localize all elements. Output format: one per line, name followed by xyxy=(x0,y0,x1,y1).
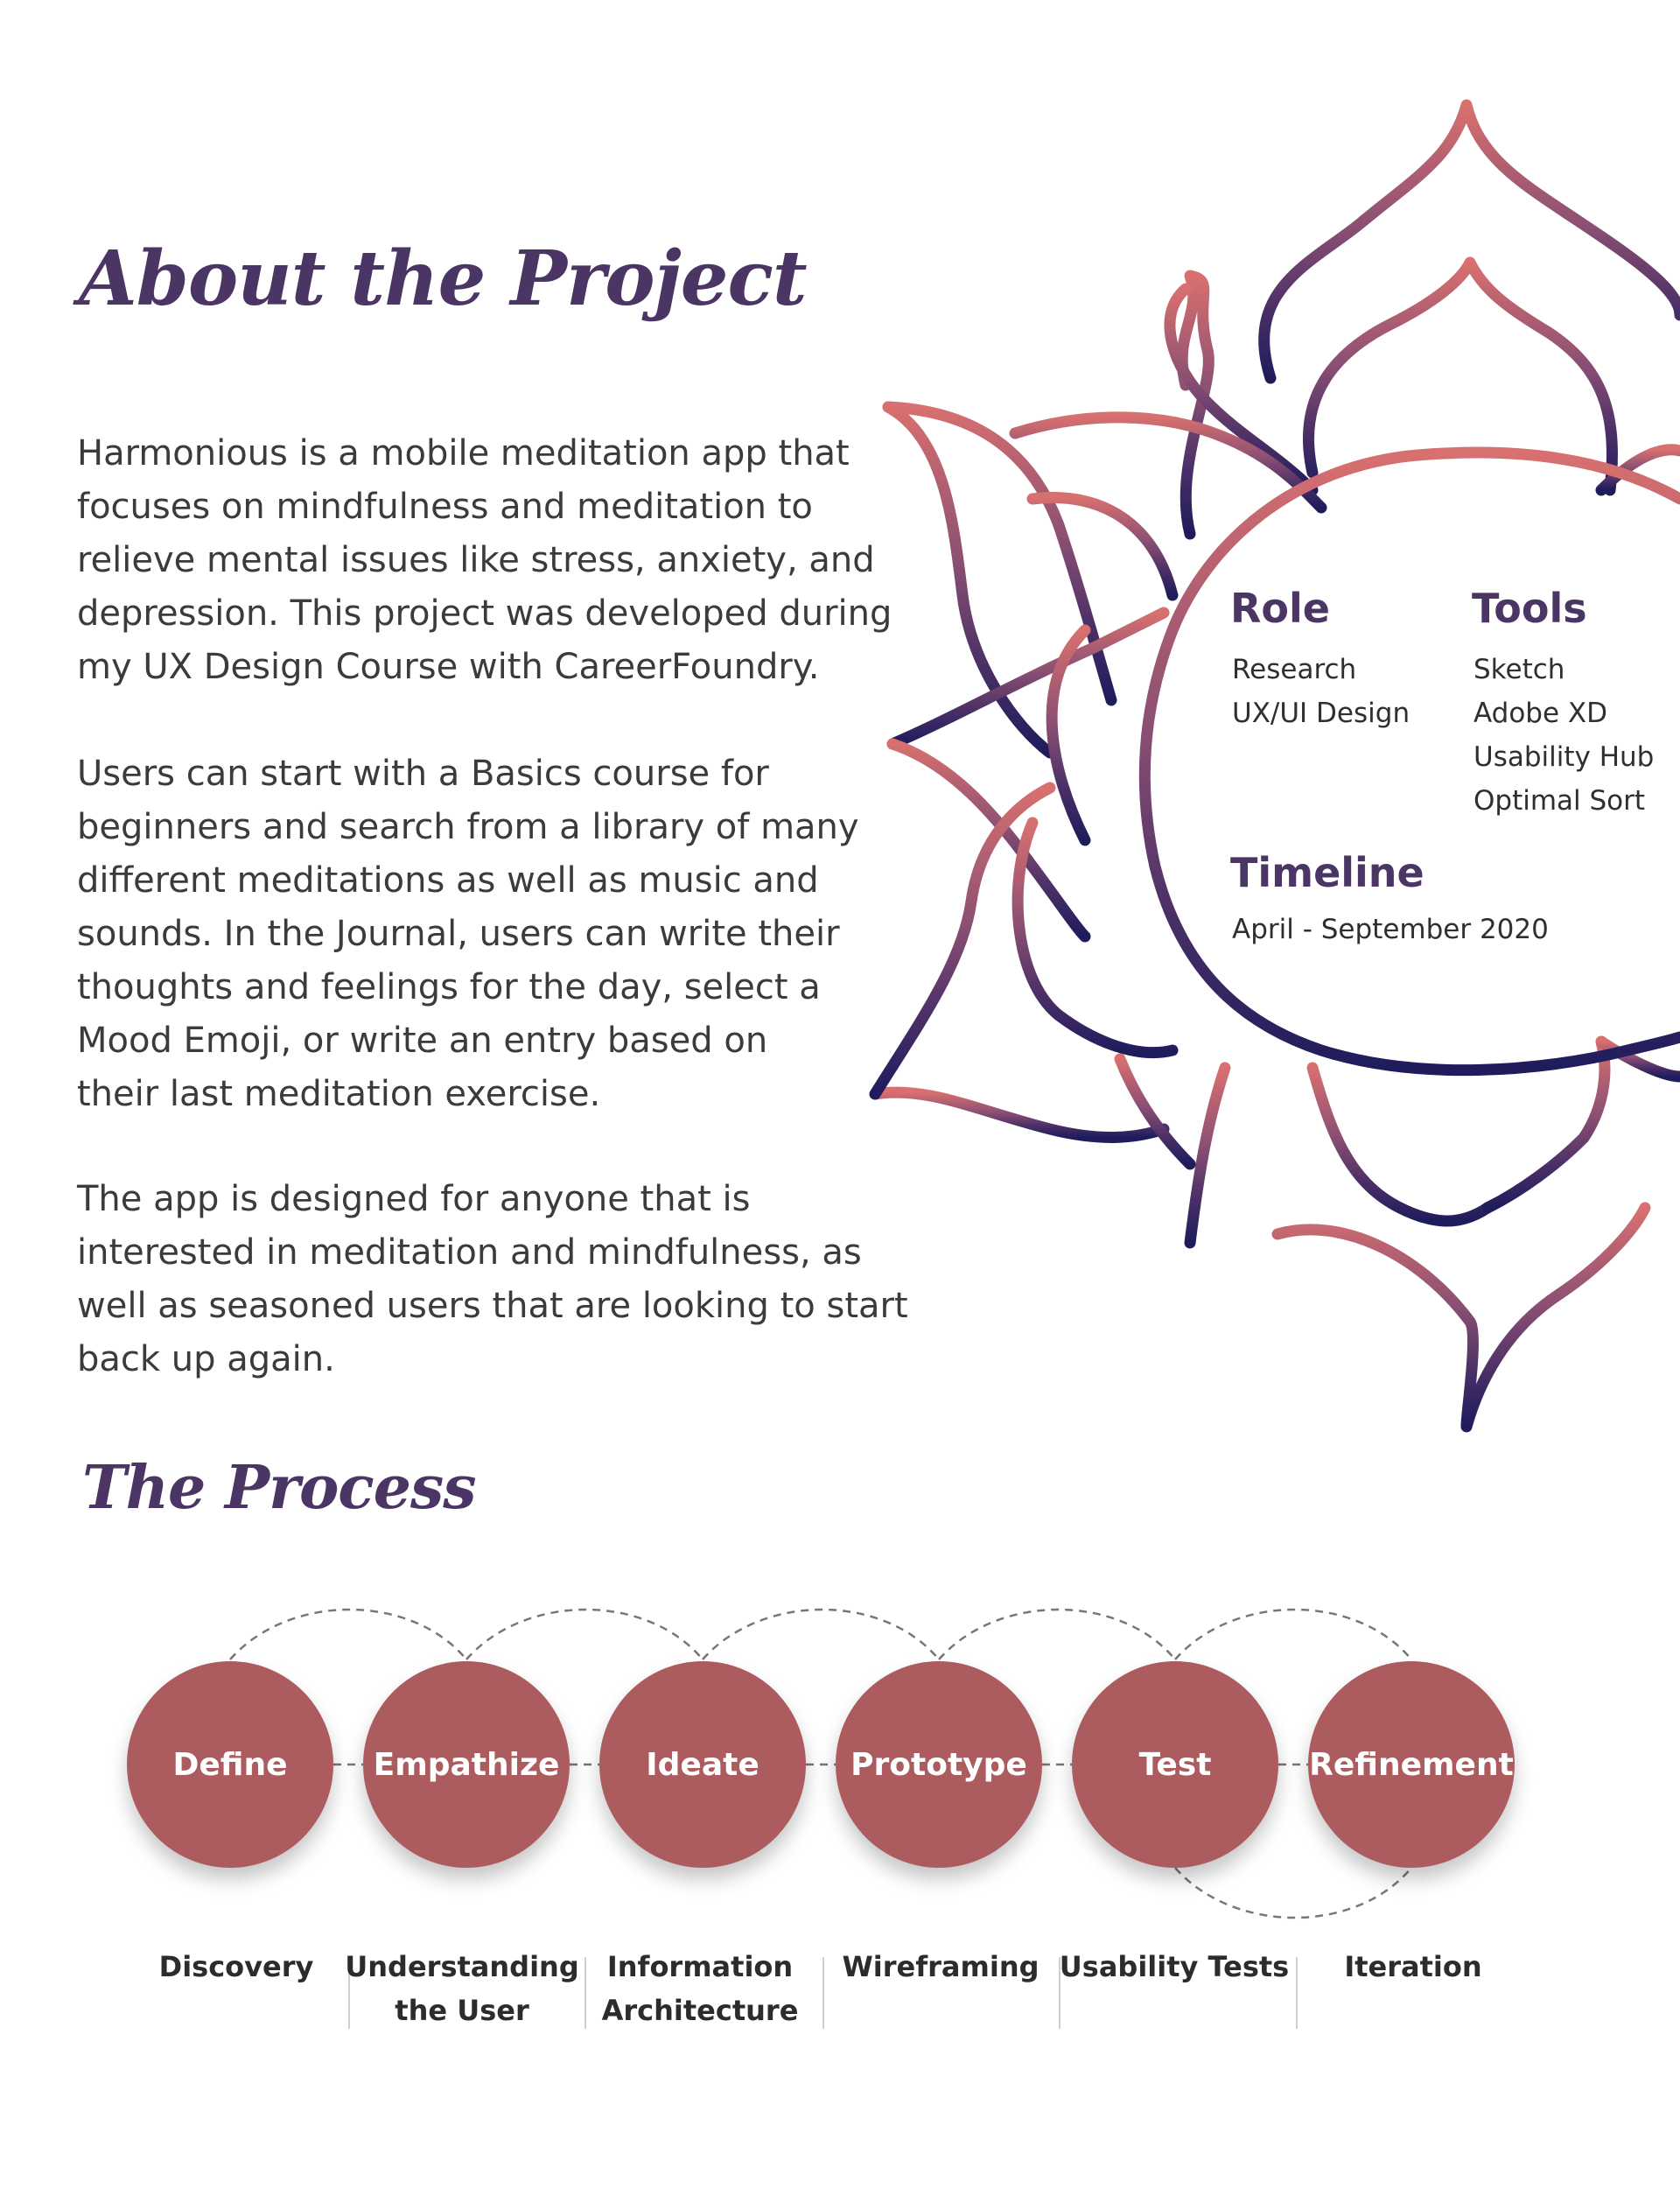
phase-label-line: Information xyxy=(606,1950,794,1983)
process-step-empathize: Empathize xyxy=(363,1661,570,1868)
process-step-label: Refinement xyxy=(1309,1746,1514,1783)
process-step-define: Define xyxy=(127,1661,333,1868)
phase-label-line: Discovery xyxy=(158,1950,314,1983)
process-step-label: Test xyxy=(1138,1746,1212,1783)
timeline-value: April - September 2020 xyxy=(1232,914,1549,945)
process-step-label: Empathize xyxy=(373,1746,560,1783)
process-step-label: Ideate xyxy=(646,1746,760,1783)
about-paragraph-audience: The app is designed for anyone that is i… xyxy=(77,1179,908,1379)
process-step-ideate: Ideate xyxy=(599,1661,806,1868)
role-list: Research UX/UI Design xyxy=(1232,648,1410,735)
phase-label-line: the User xyxy=(395,1994,529,2027)
phase-label-line: Usability Tests xyxy=(1059,1950,1290,1983)
tools-heading: Tools xyxy=(1472,585,1587,632)
tool-item: Optimal Sort xyxy=(1474,785,1646,817)
about-paragraph-intro: Harmonious is a mobile meditation app th… xyxy=(77,433,892,687)
phase-label-usability-tests: Usability Tests xyxy=(1056,1945,1292,1989)
phase-label-line: Understanding xyxy=(345,1950,579,1983)
role-item: UX/UI Design xyxy=(1232,698,1410,729)
about-paragraph-features: Users can start with a Basics course for… xyxy=(77,754,859,1114)
process-title: The Process xyxy=(82,1453,477,1523)
about-title: About the Project xyxy=(79,235,808,323)
process-step-label: Define xyxy=(172,1746,288,1783)
process-step-label: Prototype xyxy=(850,1746,1027,1783)
role-heading: Role xyxy=(1230,585,1330,632)
process-step-prototype: Prototype xyxy=(836,1661,1042,1868)
phase-label-wireframing: Wireframing xyxy=(822,1945,1059,1989)
phase-label-line: Iteration xyxy=(1344,1950,1482,1983)
process-step-refinement: Refinement xyxy=(1308,1661,1515,1868)
tool-item: Usability Hub xyxy=(1474,741,1655,773)
tool-item: Sketch xyxy=(1474,654,1565,685)
role-item: Research xyxy=(1232,654,1357,685)
phase-label-information-architecture: Information Architecture xyxy=(582,1945,818,2032)
timeline-heading: Timeline xyxy=(1230,849,1424,896)
tools-list: Sketch Adobe XD Usability Hub Optimal So… xyxy=(1474,648,1654,823)
tool-item: Adobe XD xyxy=(1474,698,1608,729)
process-step-test: Test xyxy=(1072,1661,1278,1868)
phase-label-line: Architecture xyxy=(601,1994,799,2027)
phase-label-line: Wireframing xyxy=(842,1950,1040,1983)
phase-label-discovery: Discovery xyxy=(118,1945,354,1989)
phase-label-understanding: Understanding the User xyxy=(344,1945,580,2032)
phase-label-iteration: Iteration xyxy=(1295,1945,1531,1989)
